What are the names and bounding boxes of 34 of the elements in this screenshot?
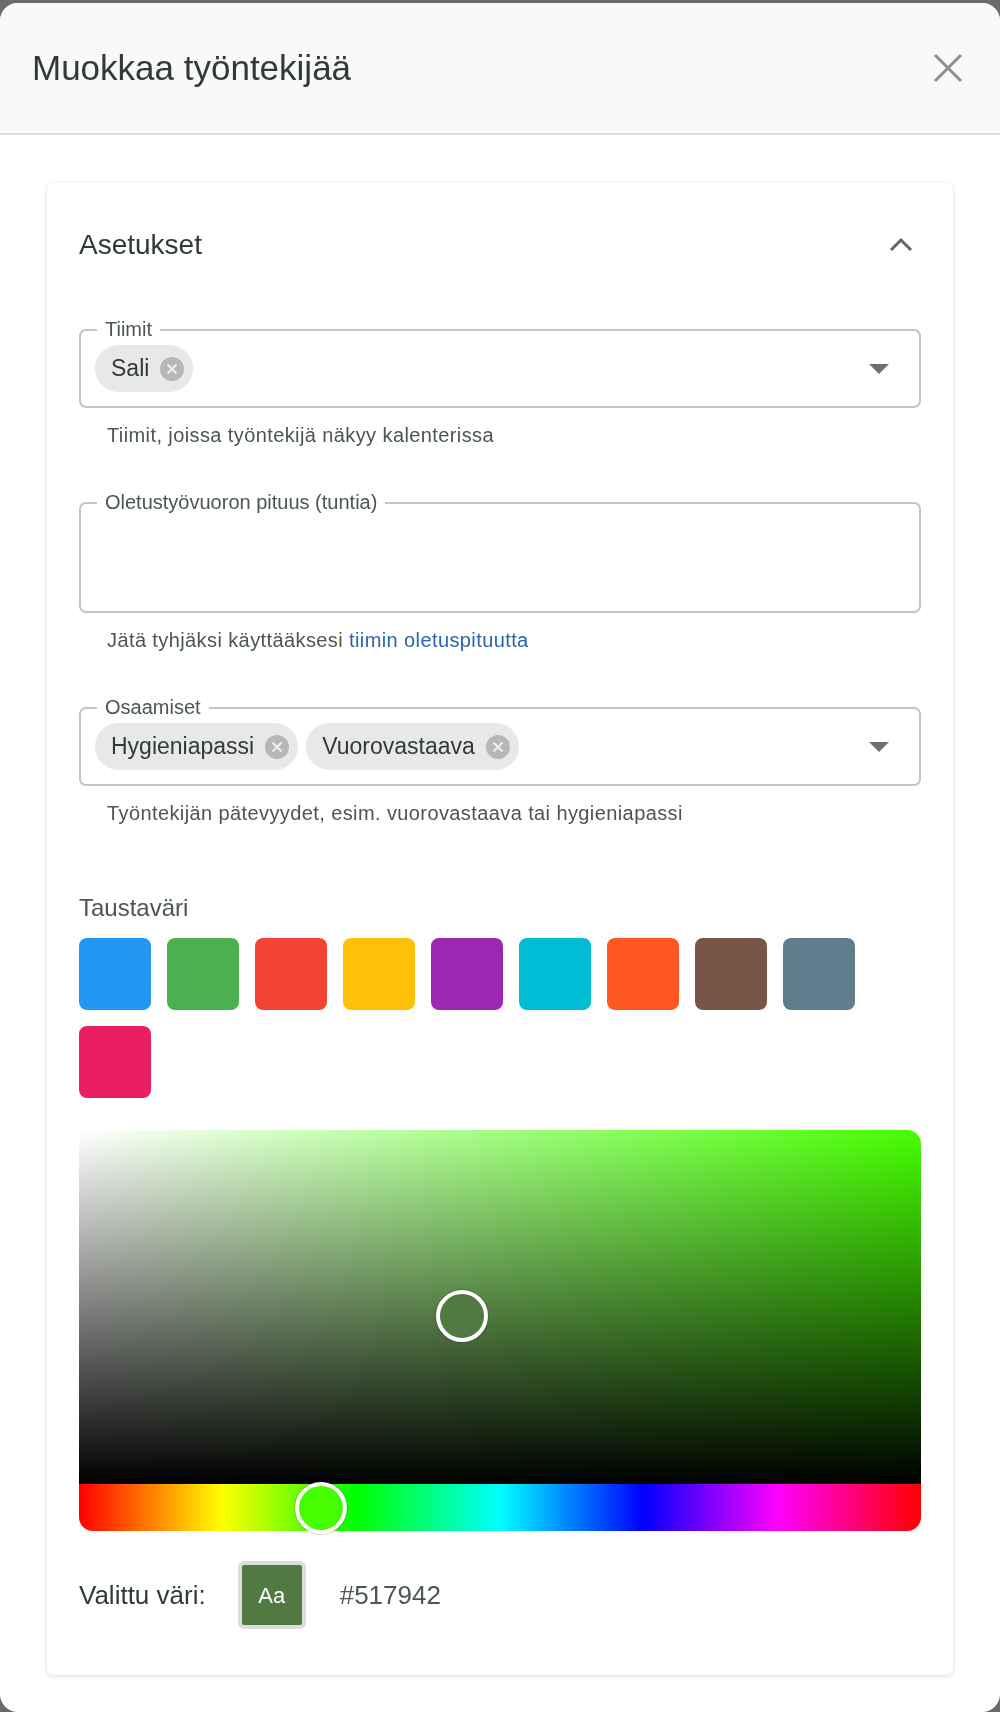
color-swatch[interactable]	[79, 1026, 151, 1098]
dialog-title: Muokkaa työntekijää	[32, 47, 352, 89]
color-swatch[interactable]	[783, 938, 855, 1010]
remove-icon[interactable]	[159, 355, 186, 382]
chip[interactable]: Vuorovastaava	[306, 723, 519, 770]
color-preview: Aa	[237, 1561, 306, 1629]
hue-slider[interactable]	[79, 1484, 921, 1531]
dropdown-arrow-icon[interactable]	[869, 363, 889, 374]
color-swatch[interactable]	[519, 938, 591, 1010]
chip[interactable]: Hygieniapassi	[95, 723, 299, 770]
close-icon	[933, 53, 963, 83]
color-swatch[interactable]	[431, 938, 503, 1010]
chip[interactable]: Sali	[95, 345, 194, 392]
section-label: Taustaväri	[79, 893, 190, 923]
remove-icon[interactable]	[264, 733, 291, 760]
color-handle[interactable]	[435, 1290, 488, 1342]
helper-link[interactable]: tiimin oletuspituutta	[349, 629, 529, 651]
color-swatch[interactable]	[167, 938, 239, 1010]
section-title: Asetukset	[79, 228, 202, 262]
color-swatch[interactable]	[255, 938, 327, 1010]
color-swatch[interactable]	[695, 938, 767, 1010]
saturation-brightness-area[interactable]	[79, 1130, 921, 1484]
hue-handle[interactable]	[295, 1481, 348, 1534]
remove-icon[interactable]	[484, 733, 511, 760]
color-swatch[interactable]	[607, 938, 679, 1010]
dropdown-arrow-icon[interactable]	[869, 741, 889, 752]
helper-text: Jätä tyhjäksi käyttääksesi tiimin oletuspituutta	[106, 628, 530, 653]
chevron-icon	[889, 237, 913, 253]
helper-text: Työntekijän pätevyydet, esim. vuorovastaava tai hygieniapassi	[106, 801, 684, 826]
color-swatch[interactable]	[343, 938, 415, 1010]
color-swatch[interactable]	[79, 938, 151, 1010]
selected-color-label: Valittu väri:	[79, 1578, 206, 1612]
helper-text: Tiimit, joissa työntekijä näkyy kalenterissa	[106, 423, 495, 448]
hex-value: #517942	[339, 1578, 441, 1612]
